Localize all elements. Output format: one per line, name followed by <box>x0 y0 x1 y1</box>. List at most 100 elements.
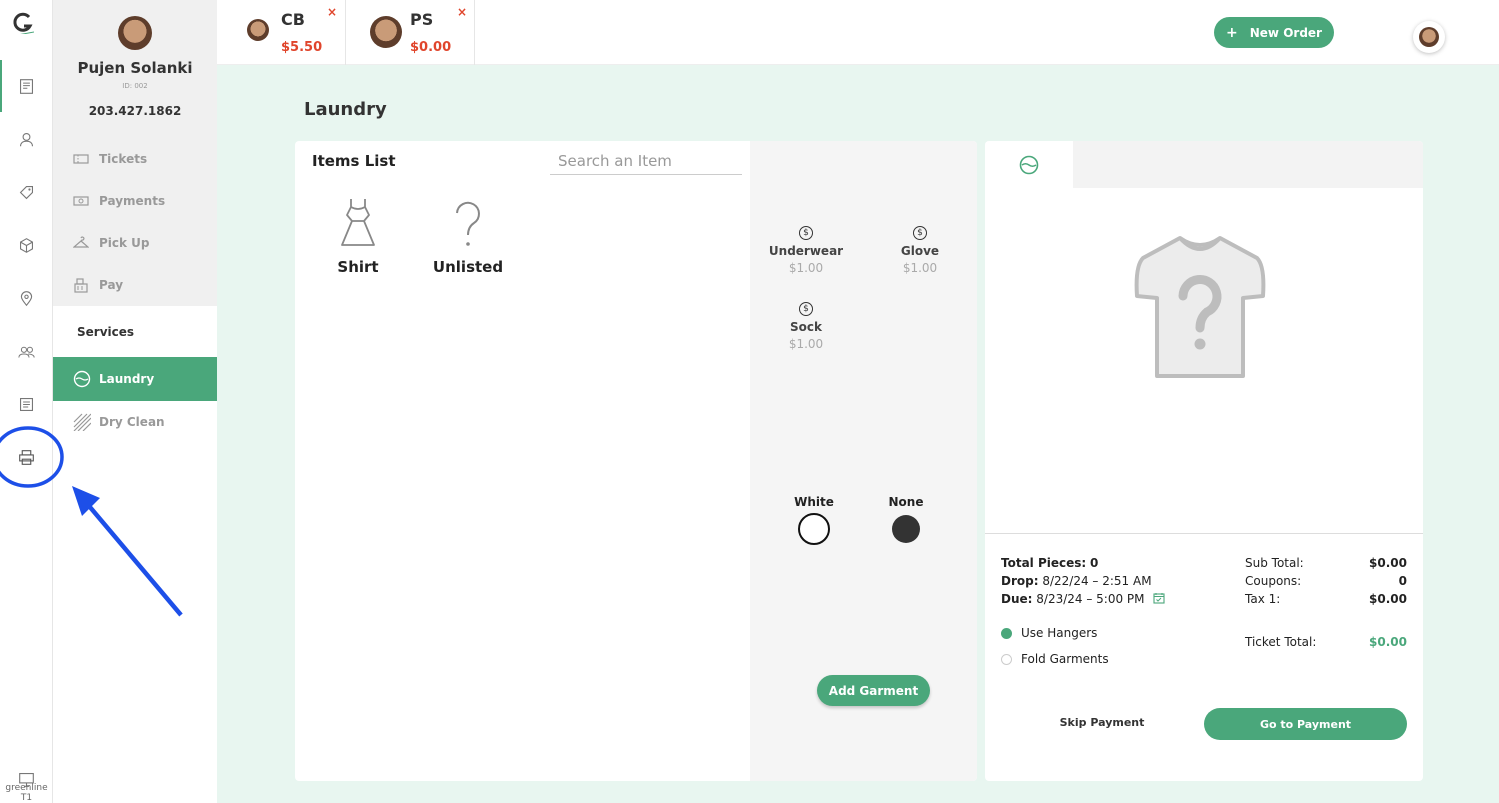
color-swatch <box>892 515 920 543</box>
due-date[interactable]: Due: 8/23/24 – 5:00 PM <box>1001 592 1165 606</box>
page-title: Laundry <box>304 99 387 120</box>
item-unlisted[interactable]: Unlisted <box>423 197 513 276</box>
ticket-divider <box>985 533 1423 534</box>
item-shirt[interactable]: Shirt <box>313 197 403 276</box>
sidebar-item-label: Dry Clean <box>99 415 165 429</box>
item-label: Shirt <box>337 258 379 276</box>
drop-label: Drop: <box>1001 574 1039 588</box>
cash-icon <box>73 196 89 206</box>
color-name: White <box>794 495 834 509</box>
receipt-icon[interactable] <box>16 76 36 96</box>
sub-item-glove[interactable]: $ Glove $1.00 <box>875 220 965 275</box>
sub-item-name: Sock <box>790 320 822 334</box>
customer-name: Pujen Solanki <box>77 59 193 77</box>
tab-avatar <box>370 16 402 48</box>
due-label: Due: <box>1001 592 1033 606</box>
location-pin-icon[interactable] <box>16 288 36 308</box>
customer-id: ID: 002 <box>122 82 148 90</box>
app-logo-icon[interactable] <box>12 12 34 34</box>
sub-total-value: $0.00 <box>1369 556 1407 570</box>
sidebar-item-label: Laundry <box>99 372 155 386</box>
ticket-icon <box>73 154 89 164</box>
customer-avatar <box>118 16 152 50</box>
tab-cb[interactable]: CB $5.50 × <box>217 0 346 65</box>
box-icon[interactable] <box>16 235 36 255</box>
services-heading: Services <box>77 325 135 339</box>
sub-item-underwear[interactable]: $ Underwear $1.00 <box>761 220 851 275</box>
washer-icon <box>1019 155 1039 174</box>
sidebar-item-dry-clean[interactable]: Dry Clean <box>73 413 165 431</box>
person-icon[interactable] <box>16 129 36 149</box>
color-swatch <box>798 513 830 545</box>
option-label: Fold Garments <box>1021 652 1109 666</box>
user-avatar[interactable] <box>1413 21 1445 53</box>
stripes-icon <box>73 413 91 431</box>
sub-item-name: Underwear <box>768 244 844 258</box>
tab-name: CB <box>281 10 305 29</box>
sidebar-item-payments[interactable]: Payments <box>73 193 165 209</box>
ticket-panel: Total Pieces: 0 Drop: 8/22/24 – 2:51 AM … <box>985 141 1423 781</box>
sidebar-item-pick-up[interactable]: Pick Up <box>73 235 150 251</box>
calendar-icon[interactable] <box>1153 592 1165 604</box>
dollar-coin-icon: $ <box>799 302 813 316</box>
color-option-white[interactable]: White <box>784 495 844 545</box>
sidebar-item-label: Pick Up <box>99 236 150 250</box>
customer-sidebar: Pujen Solanki ID: 002 203.427.1862 Ticke… <box>53 0 217 803</box>
color-option-none[interactable]: None <box>876 495 936 543</box>
skip-payment-button[interactable]: Skip Payment <box>1047 711 1157 733</box>
sidebar-item-label: Tickets <box>99 152 148 166</box>
color-name: None <box>888 495 924 509</box>
close-icon[interactable]: × <box>327 5 337 19</box>
tag-icon[interactable] <box>16 182 36 202</box>
drop-value: 8/22/24 – 2:51 AM <box>1042 574 1152 588</box>
total-pieces-value: 0 <box>1090 556 1099 570</box>
coupons-value: 0 <box>1398 574 1407 588</box>
washer-icon <box>73 370 91 388</box>
items-list-title: Items List <box>312 152 396 170</box>
hanger-icon <box>73 236 89 248</box>
close-icon[interactable]: × <box>457 5 467 19</box>
tab-price: $0.00 <box>410 40 452 55</box>
tax-value: $0.00 <box>1369 592 1407 606</box>
sub-total-label: Sub Total: <box>1245 556 1304 570</box>
total-pieces-label: Total Pieces: <box>1001 556 1087 570</box>
ticket-total-value: $0.00 <box>1369 635 1407 649</box>
sub-item-name: Glove <box>900 244 940 258</box>
list-icon[interactable] <box>16 394 36 414</box>
ticket-tabs <box>985 141 1423 188</box>
tab-laundry[interactable] <box>985 141 1073 188</box>
total-pieces: Total Pieces: 0 <box>1001 556 1098 570</box>
item-label: Unlisted <box>432 258 504 276</box>
printer-icon[interactable] <box>16 447 36 467</box>
dollar-coin-icon: $ <box>913 226 927 240</box>
group-icon[interactable] <box>16 341 36 361</box>
dress-icon <box>341 199 375 246</box>
sidebar-item-label: Payments <box>99 194 166 208</box>
customer-phone: 203.427.1862 <box>88 104 182 118</box>
sub-item-sock[interactable]: $ Sock $1.00 <box>761 296 851 351</box>
sidebar-item-tickets[interactable]: Tickets <box>73 151 147 167</box>
option-use-hangers[interactable]: Use Hangers <box>1001 626 1097 640</box>
drop-date: Drop: 8/22/24 – 2:51 AM <box>1001 574 1152 588</box>
rail-active-indicator <box>0 60 2 112</box>
ticket-total-label: Ticket Total: <box>1245 635 1317 649</box>
sub-item-price: $1.00 <box>788 261 824 275</box>
sidebar-item-pay[interactable]: Pay <box>73 277 123 293</box>
new-order-button[interactable]: + New Order <box>1214 17 1334 48</box>
radio-unselected[interactable] <box>1001 653 1012 665</box>
sidebar-item-laundry[interactable]: Laundry <box>53 357 217 401</box>
option-label: Use Hangers <box>1021 626 1098 640</box>
search-input[interactable] <box>550 147 742 175</box>
add-garment-button[interactable]: Add Garment <box>817 675 930 706</box>
coupons-label: Coupons: <box>1245 574 1302 588</box>
option-fold-garments[interactable]: Fold Garments <box>1001 652 1109 666</box>
tab-ps[interactable]: PS $0.00 × <box>346 0 475 65</box>
items-panel: Items List Shirt Unlisted $ Underwear $1… <box>295 141 977 781</box>
sidebar-item-label: Pay <box>99 278 124 292</box>
tab-name: PS <box>410 10 434 29</box>
go-to-payment-button[interactable]: Go to Payment <box>1204 708 1407 740</box>
tax-label: Tax 1: <box>1245 592 1281 606</box>
radio-selected[interactable] <box>1001 627 1012 639</box>
sub-item-price: $1.00 <box>902 261 938 275</box>
tab-avatar <box>247 19 269 41</box>
